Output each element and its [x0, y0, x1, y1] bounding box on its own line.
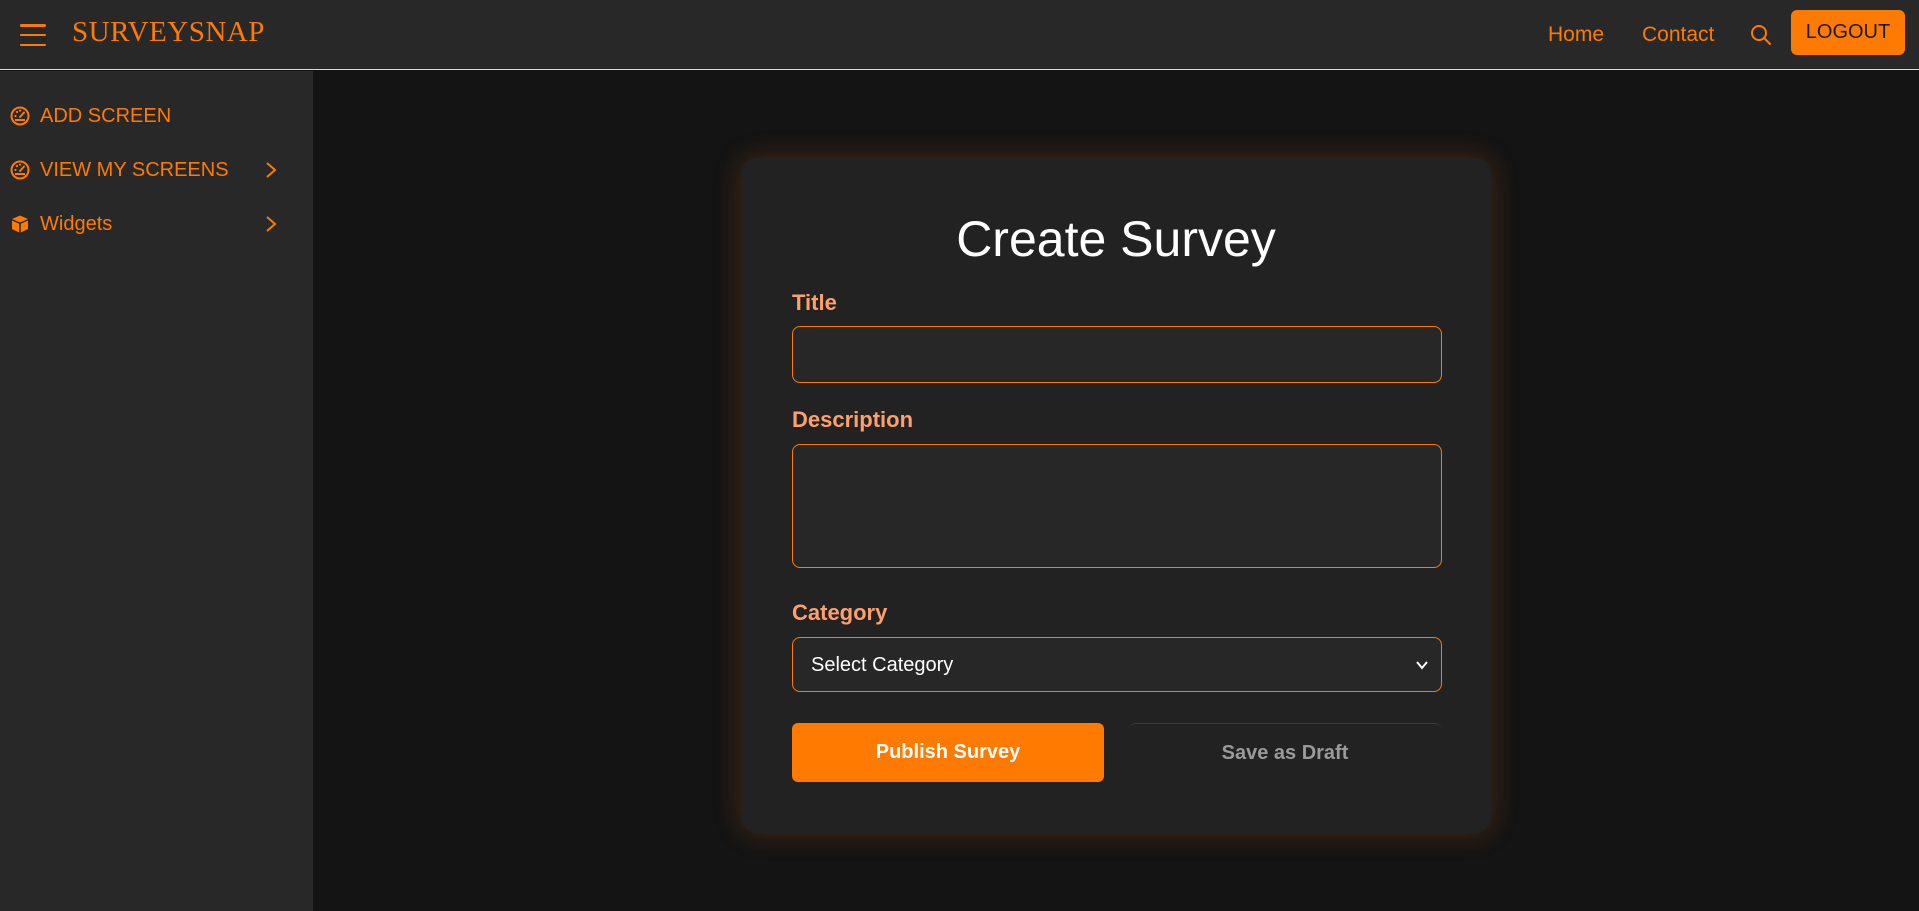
page-title: Create Survey: [956, 211, 1276, 267]
chevron-right-icon: [266, 162, 277, 178]
dashboard-gauge-icon: [10, 106, 30, 126]
category-label: Category: [792, 600, 888, 625]
nav-home-link[interactable]: Home: [1548, 23, 1604, 47]
box-icon: [12, 215, 28, 233]
chevron-down-icon: [1416, 661, 1428, 670]
sidebar-item-label: Widgets: [40, 212, 113, 235]
category-selected-value: Select Category: [811, 654, 954, 676]
category-select[interactable]: Select Category: [792, 637, 1442, 692]
hamburger-menu-icon[interactable]: [20, 24, 46, 46]
sidebar-item-view-my-screens[interactable]: VIEW MY SCREENS: [0, 150, 313, 190]
search-icon[interactable]: [1750, 24, 1772, 46]
brand-logo[interactable]: SURVEYSNAP: [72, 16, 265, 49]
logout-button[interactable]: LOGOUT: [1791, 10, 1905, 55]
title-input[interactable]: [792, 326, 1442, 383]
sidebar-item-widgets[interactable]: Widgets: [0, 204, 313, 244]
publish-survey-button[interactable]: Publish Survey: [792, 723, 1104, 782]
nav-contact-link[interactable]: Contact: [1642, 23, 1714, 47]
save-as-draft-button[interactable]: Save as Draft: [1128, 723, 1442, 782]
description-label: Description: [792, 407, 914, 432]
chevron-right-icon: [266, 216, 277, 232]
dashboard-gauge-icon: [10, 160, 30, 180]
sidebar-item-label: VIEW MY SCREENS: [40, 158, 229, 181]
description-textarea[interactable]: [792, 444, 1442, 568]
sidebar-item-add-screen[interactable]: ADD SCREEN: [0, 96, 313, 136]
top-navbar: SURVEYSNAP Home Contact LOGOUT: [0, 0, 1919, 70]
sidebar: ADD SCREEN VIEW MY SCREENS Widgets: [0, 71, 313, 911]
title-label: Title: [792, 290, 837, 315]
sidebar-item-label: ADD SCREEN: [40, 104, 172, 127]
create-survey-card: Create Survey Title Description Category…: [741, 158, 1491, 833]
